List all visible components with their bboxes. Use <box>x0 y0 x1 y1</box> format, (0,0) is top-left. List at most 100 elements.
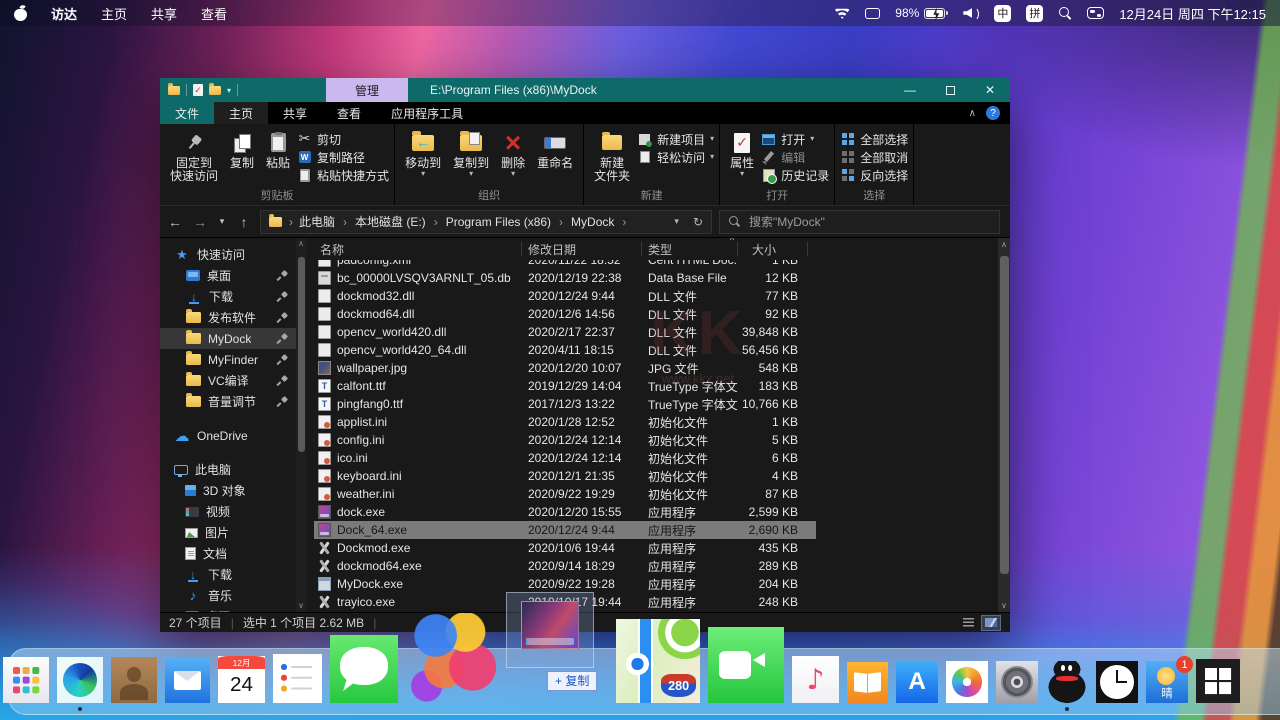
search-input[interactable]: 搜索"MyDock" <box>719 209 1000 234</box>
copy-to-button[interactable]: 复制到 ▾ <box>448 127 494 178</box>
sidebar-item[interactable]: 发布软件 <box>160 307 296 328</box>
open-button[interactable]: 打开 ▾ <box>761 132 829 147</box>
calendar-icon[interactable]: 12月 24 <box>218 656 265 703</box>
padconfig.xml[interactable]: padconfig.xml 2020/11/22 18:52 Cent HTML… <box>314 260 816 269</box>
tab-app-tools[interactable]: 应用程序工具 <box>376 102 478 124</box>
applist.ini[interactable]: applist.ini 2020/1/28 12:52 初始化文件 1 KB <box>314 413 816 431</box>
sidebar-item[interactable]: 桌面 <box>160 265 296 286</box>
new-folder-button[interactable]: 新建 文件夹 <box>589 127 635 183</box>
settings-icon[interactable] <box>996 661 1038 703</box>
sidebar-item[interactable]: VC编译 <box>160 370 296 391</box>
sidebar-item[interactable]: 3D 对象 <box>160 480 296 501</box>
pin-icon[interactable] <box>277 271 287 281</box>
MyDock.exe[interactable]: MyDock.exe 2020/9/22 19:28 应用程序 204 KB <box>314 575 816 593</box>
breadcrumb-segment[interactable]: Program Files (x86) <box>444 215 565 229</box>
scrollbar-thumb[interactable] <box>999 256 1009 574</box>
maximize-button[interactable] <box>930 78 970 102</box>
sidebar-item[interactable]: 下载 <box>160 286 296 307</box>
tab-share[interactable]: 共享 <box>268 102 322 124</box>
tab-file[interactable]: 文件 <box>160 102 215 124</box>
invert-selection-button[interactable]: 反向选择 <box>840 168 908 183</box>
pin-icon[interactable] <box>277 313 287 323</box>
menu-finder[interactable]: 访达 <box>51 4 77 23</box>
paste-button[interactable]: 粘贴 <box>261 127 295 170</box>
scrollbar-thumb[interactable] <box>297 257 305 452</box>
dockmod64.exe[interactable]: dockmod64.exe 2020/9/14 18:29 应用程序 289 K… <box>314 557 816 575</box>
menu-home[interactable]: 主页 <box>101 4 127 23</box>
minimize-button[interactable]: — <box>890 78 930 102</box>
colorful-circles-app-icon[interactable] <box>406 613 496 703</box>
display-icon[interactable] <box>865 7 881 19</box>
pin-icon[interactable] <box>277 334 287 344</box>
pin-icon[interactable] <box>277 292 287 302</box>
back-icon[interactable]: ← <box>166 214 184 230</box>
sidebar-item[interactable]: MyFinder <box>160 349 296 370</box>
pin-icon[interactable] <box>277 397 287 407</box>
control-center-icon[interactable] <box>1087 7 1105 19</box>
opencv_world420.dll[interactable]: opencv_world420.dll 2020/2/17 22:37 DLL … <box>314 323 816 341</box>
properties-button[interactable]: 属性▾ <box>725 127 759 178</box>
sidebar-item[interactable]: 下载 <box>160 564 296 585</box>
photos-icon[interactable] <box>946 661 988 703</box>
menubar-datetime[interactable]: 12月24日 周四 下午12:15 <box>1119 4 1266 23</box>
bc_00000LVSQV3ARNLT_05.db[interactable]: bc_00000LVSQV3ARNLT_05.db 2020/12/19 22:… <box>314 269 816 287</box>
launchpad-icon[interactable] <box>3 657 49 703</box>
sidebar-item[interactable]: 此电脑 <box>160 459 296 480</box>
sidebar-item[interactable]: 视频 <box>160 501 296 522</box>
dock.exe[interactable]: dock.exe 2020/12/20 15:55 应用程序 2,599 KB <box>314 503 816 521</box>
dockmod64.dll[interactable]: dockmod64.dll 2020/12/6 14:56 DLL 文件 92 … <box>314 305 816 323</box>
rename-button[interactable]: 重命名 <box>532 127 578 170</box>
contacts-icon[interactable] <box>111 657 157 703</box>
battery-indicator[interactable]: 98% <box>895 6 949 21</box>
help-icon[interactable]: ? <box>986 106 1000 120</box>
column-header-name[interactable]: 名称 <box>314 238 522 260</box>
ime-hanzi-icon[interactable]: 中 <box>994 4 1012 22</box>
sidebar-scrollbar[interactable]: ∧ ∨ <box>296 238 306 612</box>
wallpaper.jpg[interactable]: wallpaper.jpg 2020/12/20 10:07 JPG 文件 54… <box>314 359 816 377</box>
facetime-icon[interactable] <box>708 627 784 703</box>
scroll-up-icon[interactable]: ∧ <box>1001 239 1007 250</box>
collapse-ribbon-icon[interactable]: ∧ <box>969 108 976 119</box>
new-item-button[interactable]: 新建项目 ▾ <box>637 132 714 147</box>
edit-button[interactable]: 编辑 <box>761 150 829 165</box>
qat-dropdown-icon[interactable]: ▾ <box>227 86 231 95</box>
sidebar-item[interactable]: MyDock <box>160 328 296 349</box>
ime-pinyin-icon[interactable]: 拼 <box>1026 4 1044 22</box>
qat-folder-icon[interactable] <box>168 83 180 95</box>
breadcrumb-segment[interactable]: MyDock <box>569 215 628 229</box>
copy-button[interactable]: 复制 <box>225 127 259 170</box>
sidebar-item[interactable]: OneDrive <box>160 425 296 446</box>
sidebar-item[interactable]: 音量调节 <box>160 391 296 412</box>
reminders-icon[interactable] <box>273 654 322 703</box>
column-header-date[interactable]: 修改日期 <box>522 238 642 260</box>
weather.ini[interactable]: weather.ini 2020/9/22 19:29 初始化文件 87 KB <box>314 485 816 503</box>
books-icon[interactable] <box>847 662 888 703</box>
appstore-icon[interactable] <box>896 661 938 703</box>
scroll-up-icon[interactable]: ∧ <box>298 239 304 249</box>
apple-icon[interactable] <box>14 5 27 21</box>
opencv_world420_64.dll[interactable]: opencv_world420_64.dll 2020/4/11 18:15 D… <box>314 341 816 359</box>
config.ini[interactable]: config.ini 2020/12/24 12:14 初始化文件 5 KB <box>314 431 816 449</box>
Dockmod.exe[interactable]: Dockmod.exe 2020/10/6 19:44 应用程序 435 KB <box>314 539 816 557</box>
weather-icon[interactable]: 晴 1 <box>1146 656 1193 703</box>
sidebar-item[interactable]: 快速访问 <box>160 244 296 265</box>
tab-home[interactable]: 主页 <box>214 102 269 124</box>
move-to-button[interactable]: 移动到▾ <box>400 127 446 178</box>
Dock_64.exe[interactable]: Dock_64.exe 2020/12/24 9:44 应用程序 2,690 K… <box>314 521 816 539</box>
maps-icon[interactable]: 280 <box>616 619 700 703</box>
keyboard.ini[interactable]: keyboard.ini 2020/12/1 21:35 初始化文件 4 KB <box>314 467 816 485</box>
filelist-scrollbar[interactable]: ∧ ∨ <box>998 238 1010 612</box>
dockmod32.dll[interactable]: dockmod32.dll 2020/12/24 9:44 DLL 文件 77 … <box>314 287 816 305</box>
menu-view[interactable]: 查看 <box>201 4 227 23</box>
tab-view[interactable]: 查看 <box>322 102 376 124</box>
recent-locations-icon[interactable]: ▾ <box>216 216 228 227</box>
history-button[interactable]: 历史记录 <box>761 168 829 184</box>
wifi-icon[interactable] <box>834 8 851 19</box>
refresh-icon[interactable]: ↻ <box>693 215 703 229</box>
pingfang0.ttf[interactable]: pingfang0.ttf 2017/12/3 13:22 TrueType 字… <box>314 395 816 413</box>
qq-icon[interactable] <box>1046 661 1088 711</box>
music-icon[interactable] <box>792 656 839 703</box>
qat-properties-icon[interactable] <box>193 84 203 96</box>
clock-icon[interactable] <box>1096 661 1138 703</box>
copy-path-button[interactable]: 复制路径 <box>297 150 389 165</box>
